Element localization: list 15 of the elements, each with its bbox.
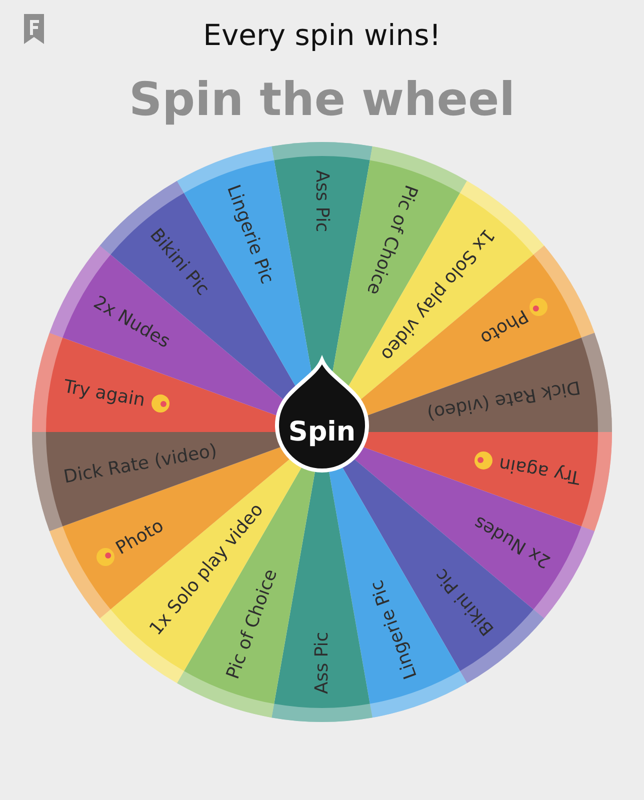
segment-label: Pic of Choice: [362, 182, 422, 298]
segment-label: Try again: [497, 452, 582, 488]
page-title: Every spin wins!: [203, 17, 441, 54]
emoji-icon: [152, 394, 170, 413]
segment-label: Pic of Choice: [222, 566, 282, 682]
segment-label: Dick Rate (video): [425, 376, 582, 424]
bookmark-icon[interactable]: [22, 14, 46, 44]
segment-label: Try again: [62, 376, 147, 412]
segment-label: Dick Rate (video): [62, 440, 219, 488]
emoji-icon: [474, 451, 492, 470]
emoji-icon: [96, 548, 114, 566]
emoji-icon: [530, 298, 548, 316]
segment-label: Ass Pic: [312, 170, 332, 232]
segment-label: Ass Pic: [312, 632, 332, 694]
spin-button[interactable]: Spin: [275, 358, 369, 472]
